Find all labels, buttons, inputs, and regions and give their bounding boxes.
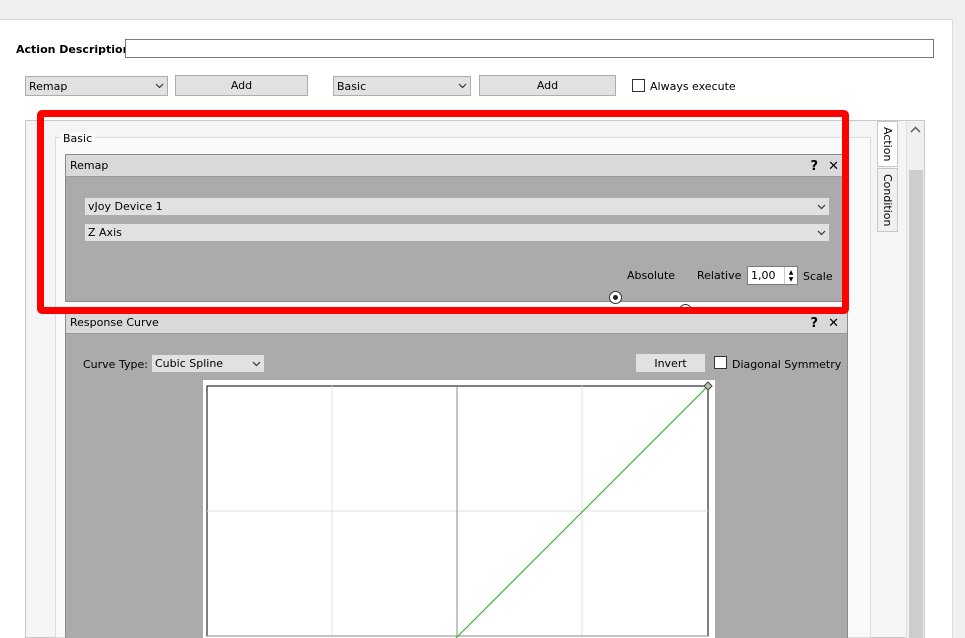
scale-spinbox[interactable]: 1,00 ▲ ▼ [747, 266, 798, 285]
invert-button[interactable]: Invert [635, 353, 706, 373]
curve-plot-area[interactable] [203, 380, 715, 638]
chevron-up-icon[interactable] [910, 124, 921, 137]
absolute-label: Absolute [627, 269, 676, 282]
remap-title: Remap [70, 159, 109, 172]
curve-type-value: Cubic Spline [155, 357, 224, 370]
response-curve-plot[interactable] [203, 380, 715, 638]
chevron-down-icon [813, 224, 829, 241]
close-icon[interactable]: ✕ [828, 159, 839, 174]
spin-arrows-icon[interactable]: ▲ ▼ [784, 267, 797, 284]
device-value: vJoy Device 1 [88, 200, 163, 213]
basic-group-title: Basic [60, 132, 96, 145]
chevron-down-icon [248, 355, 264, 372]
remap-header: Remap ? ✕ [66, 155, 847, 177]
scrollbar-thumb[interactable] [909, 170, 923, 638]
add-condition-button[interactable]: Add [479, 75, 616, 96]
response-curve-title: Response Curve [70, 316, 159, 329]
absolute-radio[interactable] [609, 291, 622, 304]
always-execute-checkbox[interactable] [632, 79, 645, 92]
axis-select[interactable]: Z Axis [84, 223, 830, 242]
diagonal-symmetry-checkbox[interactable] [714, 356, 727, 369]
close-icon[interactable]: ✕ [828, 316, 839, 331]
add-action-button[interactable]: Add [175, 75, 308, 96]
diagonal-symmetry-label: Diagonal Symmetry [732, 358, 842, 371]
chevron-down-icon [151, 77, 167, 95]
vertical-scrollbar[interactable] [906, 122, 924, 638]
device-select[interactable]: vJoy Device 1 [84, 197, 830, 216]
condition-type-value: Basic [337, 79, 367, 93]
axis-value: Z Axis [88, 226, 122, 239]
scale-label: Scale [803, 270, 833, 283]
help-icon[interactable]: ? [811, 159, 819, 174]
chevron-down-icon [454, 77, 470, 95]
response-curve-section: Response Curve ? ✕ Curve Type: Cubic Spl… [65, 311, 848, 638]
tab-condition[interactable]: Condition [877, 168, 898, 232]
action-type-value: Remap [29, 79, 68, 93]
response-curve-header: Response Curve ? ✕ [66, 312, 847, 334]
condition-type-select[interactable]: Basic [333, 76, 471, 96]
scale-value: 1,00 [751, 269, 776, 282]
tab-action[interactable]: Action [877, 121, 898, 167]
curve-type-select[interactable]: Cubic Spline [151, 354, 265, 373]
action-description-label: Action Description [16, 43, 131, 56]
action-type-select[interactable]: Remap [25, 76, 168, 96]
curve-type-label: Curve Type: [83, 358, 148, 371]
action-description-input[interactable] [125, 39, 934, 58]
remap-section: Remap ? ✕ vJoy Device 1 Z Axis Absolute … [65, 154, 848, 317]
relative-label: Relative [697, 269, 742, 282]
chevron-down-icon [813, 198, 829, 215]
help-icon[interactable]: ? [811, 316, 819, 331]
always-execute-label: Always execute [650, 80, 736, 93]
